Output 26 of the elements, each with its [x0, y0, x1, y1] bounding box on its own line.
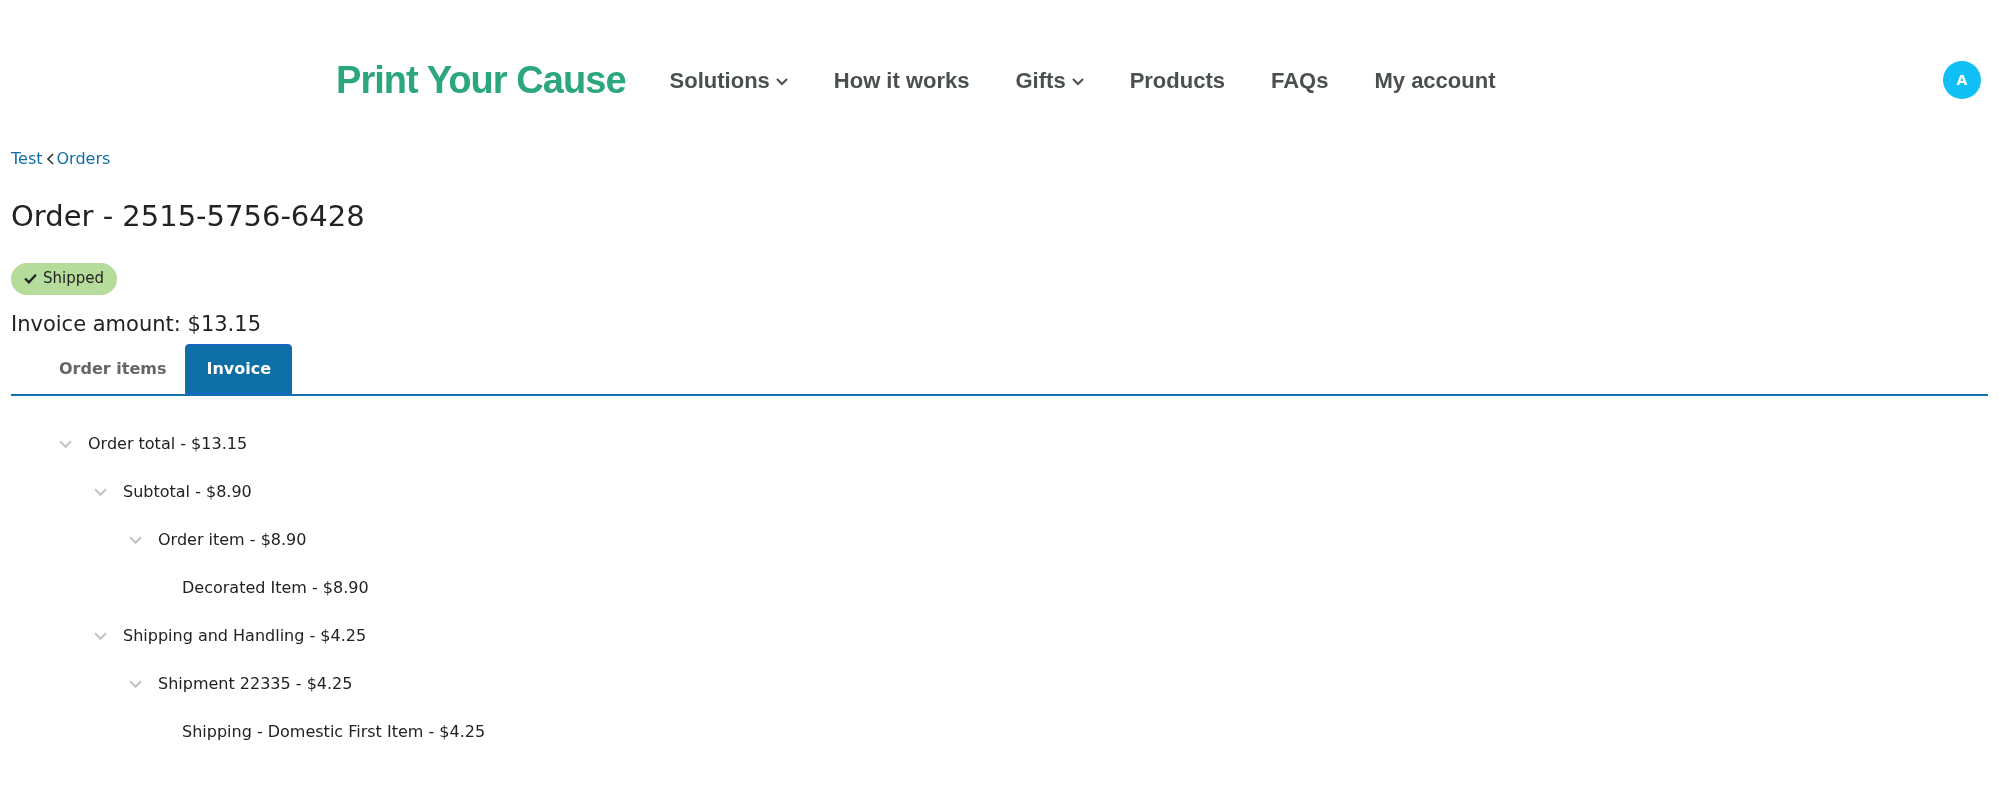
nav-link[interactable]: Products: [1129, 63, 1225, 97]
tab[interactable]: Invoice: [185, 344, 293, 394]
nav-link[interactable]: Gifts: [1015, 63, 1084, 97]
nav-link[interactable]: My account: [1374, 63, 1496, 97]
nav-link[interactable]: How it works: [833, 63, 970, 97]
status-badge: Shipped: [11, 262, 117, 295]
tree-item-label: Subtotal - $8.90: [123, 481, 252, 503]
chevron-icon[interactable]: [59, 439, 72, 449]
nav-link[interactable]: FAQs: [1271, 63, 1329, 97]
breadcrumb-link[interactable]: Test: [11, 147, 43, 171]
chevron-icon[interactable]: [129, 679, 142, 689]
tree-item-label: Shipping - Domestic First Item - $4.25: [182, 721, 486, 743]
invoice-amount: Invoice amount: $13.15: [11, 310, 262, 338]
tree-item-label: Shipment 22335 - $4.25: [158, 673, 353, 695]
chevron-left-icon: [45, 153, 54, 165]
chevron-icon[interactable]: [94, 487, 107, 497]
tree-item-label: Decorated Item - $8.90: [182, 577, 369, 599]
page-title: Order - 2515-5756-6428: [11, 198, 366, 235]
tab[interactable]: Order items: [40, 344, 186, 394]
chevron-icon[interactable]: [94, 631, 107, 641]
nav-link[interactable]: Solutions: [669, 63, 788, 97]
chevron-icon[interactable]: [129, 535, 142, 545]
tree-item-label: Shipping and Handling - $4.25: [123, 625, 367, 647]
tree-item-label: Order item - $8.90: [158, 529, 307, 551]
tree-item-label: Order total - $13.15: [88, 433, 248, 455]
breadcrumb-link[interactable]: Orders: [56, 147, 111, 171]
